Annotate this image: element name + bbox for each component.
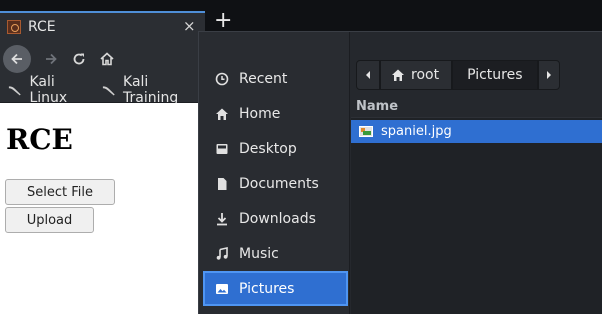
- bookmarks-bar: Kali Linux Kali Training: [0, 74, 200, 106]
- bookmark-label: Kali Linux: [29, 73, 68, 106]
- document-icon: [215, 177, 229, 191]
- kali-dragon-icon: [8, 85, 21, 95]
- tab-favicon-icon: [7, 20, 21, 34]
- path-segment-pictures[interactable]: Pictures: [452, 60, 538, 90]
- desktop-icon: [215, 142, 229, 156]
- file-name: spaniel.jpg: [381, 124, 452, 139]
- browser-tab[interactable]: RCE ×: [0, 11, 205, 41]
- music-icon: [215, 246, 229, 261]
- sidebar-item-downloads[interactable]: Downloads: [199, 201, 350, 236]
- new-tab-button[interactable]: +: [214, 10, 232, 32]
- path-segment-root[interactable]: root: [380, 60, 453, 90]
- sidebar-item-label: Desktop: [239, 140, 297, 157]
- home-icon: [215, 107, 229, 121]
- file-chooser-dialog: Recent Home Desktop Documents Downloads …: [198, 31, 602, 314]
- download-icon: [215, 212, 229, 226]
- sidebar-item-recent[interactable]: Recent: [199, 61, 350, 96]
- back-arrow-icon: [11, 53, 22, 65]
- back-button[interactable]: [3, 45, 31, 73]
- file-list: Name spaniel.jpg: [351, 96, 602, 314]
- home-icon[interactable]: [99, 51, 115, 67]
- chevron-right-icon: [546, 71, 551, 79]
- page-title: RCE: [6, 123, 73, 156]
- path-segment-label: Pictures: [467, 67, 523, 83]
- column-header-name[interactable]: Name: [351, 96, 602, 118]
- kali-dragon-icon: [102, 85, 115, 95]
- bookmark-kali-training[interactable]: Kali Training: [102, 74, 200, 106]
- upload-button[interactable]: Upload: [5, 207, 94, 233]
- path-segment-label: root: [411, 67, 440, 83]
- sidebar-item-label: Documents: [239, 175, 319, 192]
- path-scroll-right-button[interactable]: [537, 60, 560, 90]
- pictures-icon: [215, 282, 229, 296]
- reload-icon[interactable]: [71, 51, 87, 67]
- bookmark-label: Kali Training: [123, 73, 179, 106]
- path-bar: root Pictures: [356, 60, 560, 90]
- page-content: RCE Select File Upload: [0, 103, 200, 314]
- path-scroll-left-button[interactable]: [356, 60, 380, 90]
- sidebar-item-label: Music: [239, 245, 279, 262]
- bookmark-kali-linux[interactable]: Kali Linux: [8, 74, 91, 106]
- sidebar-item-label: Downloads: [239, 210, 316, 227]
- sidebar-item-home[interactable]: Home: [199, 96, 350, 131]
- places-sidebar: Recent Home Desktop Documents Downloads …: [199, 32, 350, 314]
- sidebar-item-label: Pictures: [239, 280, 295, 297]
- file-row[interactable]: spaniel.jpg: [351, 120, 602, 143]
- tab-close-icon[interactable]: ×: [183, 17, 196, 35]
- chevron-left-icon: [366, 71, 370, 79]
- sidebar-item-documents[interactable]: Documents: [199, 166, 350, 201]
- sidebar-item-label: Home: [239, 105, 281, 122]
- sidebar-item-label: Recent: [239, 70, 288, 87]
- sidebar-item-music[interactable]: Music: [199, 236, 350, 271]
- sidebar-item-desktop[interactable]: Desktop: [199, 131, 350, 166]
- home-icon: [392, 69, 404, 81]
- tab-title: RCE: [28, 19, 56, 35]
- forward-arrow-icon[interactable]: [43, 51, 59, 67]
- clock-icon: [215, 72, 229, 86]
- select-file-button[interactable]: Select File: [5, 179, 115, 205]
- browser-toolbar: [0, 41, 200, 77]
- image-file-icon: [359, 126, 373, 137]
- sidebar-item-pictures[interactable]: Pictures: [203, 271, 348, 306]
